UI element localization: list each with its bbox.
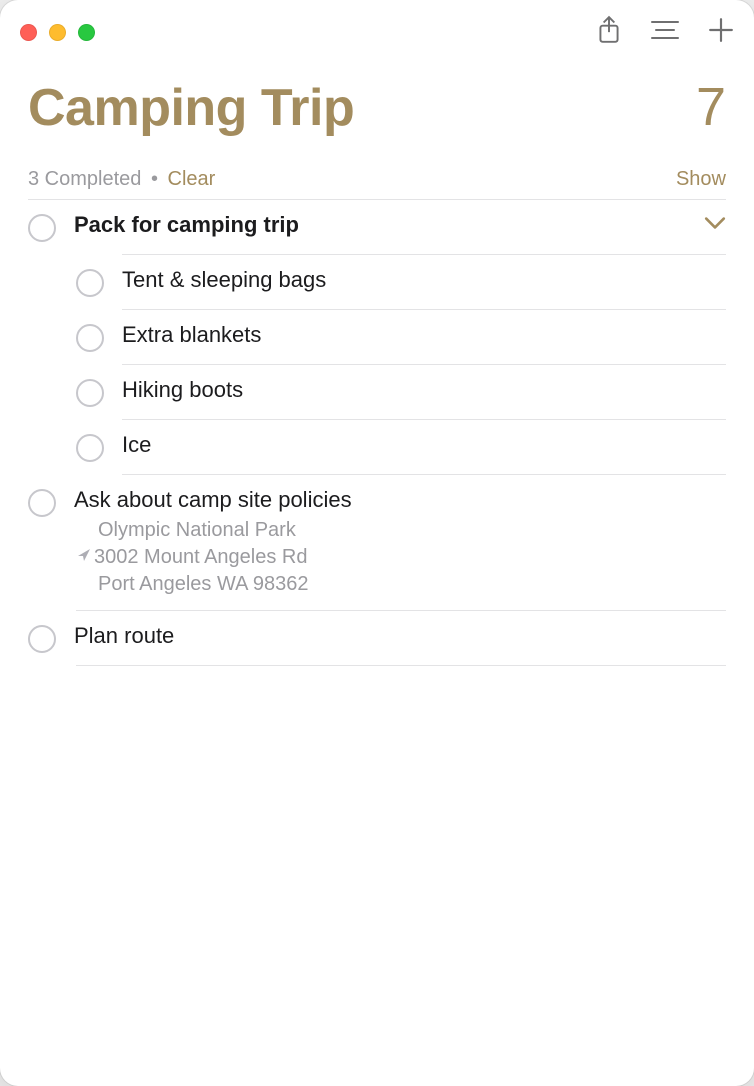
reminders-window: Camping Trip 7 3 Completed • Clear Show …	[0, 0, 754, 1086]
reminder-item[interactable]: Plan route	[28, 611, 726, 665]
list-header: Camping Trip 7	[0, 64, 754, 138]
reminder-subitem[interactable]: Extra blankets	[28, 310, 726, 364]
toolbar	[596, 15, 734, 50]
reminder-subitem[interactable]: Tent & sleeping bags	[28, 255, 726, 309]
reminder-title: Tent & sleeping bags	[122, 267, 726, 293]
location-city: Port Angeles WA 98362	[98, 571, 726, 598]
reminder-title: Extra blankets	[122, 322, 726, 348]
complete-circle[interactable]	[28, 489, 56, 517]
zoom-window-button[interactable]	[78, 24, 95, 41]
list-title: Camping Trip	[28, 78, 354, 138]
complete-circle[interactable]	[76, 379, 104, 407]
reminders-list: Pack for camping trip Tent & sleeping ba…	[0, 199, 754, 666]
traffic-lights	[20, 24, 95, 41]
complete-circle[interactable]	[28, 214, 56, 242]
clear-button[interactable]: Clear	[168, 168, 216, 190]
complete-circle[interactable]	[76, 324, 104, 352]
list-style-icon[interactable]	[650, 19, 680, 46]
reminder-subitem[interactable]: Hiking boots	[28, 365, 726, 419]
show-button[interactable]: Show	[676, 168, 726, 191]
subheader-row: 3 Completed • Clear Show	[0, 138, 754, 199]
share-icon[interactable]	[596, 15, 622, 50]
completed-count-label[interactable]: 3 Completed	[28, 168, 141, 190]
reminder-item[interactable]: Ask about camp site policies Olympic Nat…	[28, 475, 726, 610]
reminder-title: Ask about camp site policies	[74, 487, 726, 513]
close-window-button[interactable]	[20, 24, 37, 41]
completed-group: 3 Completed • Clear	[28, 168, 215, 191]
reminder-location[interactable]: Olympic National Park 3002 Mount Angeles…	[74, 517, 726, 598]
location-arrow-icon	[76, 544, 94, 571]
list-count: 7	[696, 76, 726, 138]
reminder-subitem[interactable]: Ice	[28, 420, 726, 474]
reminder-title: Pack for camping trip	[74, 212, 686, 238]
add-reminder-icon[interactable]	[708, 17, 734, 48]
reminder-title: Plan route	[74, 623, 726, 649]
chevron-down-icon[interactable]	[704, 212, 726, 235]
separator-dot: •	[151, 168, 158, 190]
location-name: Olympic National Park	[74, 517, 726, 544]
complete-circle[interactable]	[76, 434, 104, 462]
divider	[76, 665, 726, 666]
reminder-title: Ice	[122, 432, 726, 458]
complete-circle[interactable]	[76, 269, 104, 297]
complete-circle[interactable]	[28, 625, 56, 653]
reminder-title: Hiking boots	[122, 377, 726, 403]
location-street: 3002 Mount Angeles Rd	[94, 546, 308, 568]
reminder-item[interactable]: Pack for camping trip	[28, 200, 726, 254]
minimize-window-button[interactable]	[49, 24, 66, 41]
titlebar	[0, 0, 754, 64]
